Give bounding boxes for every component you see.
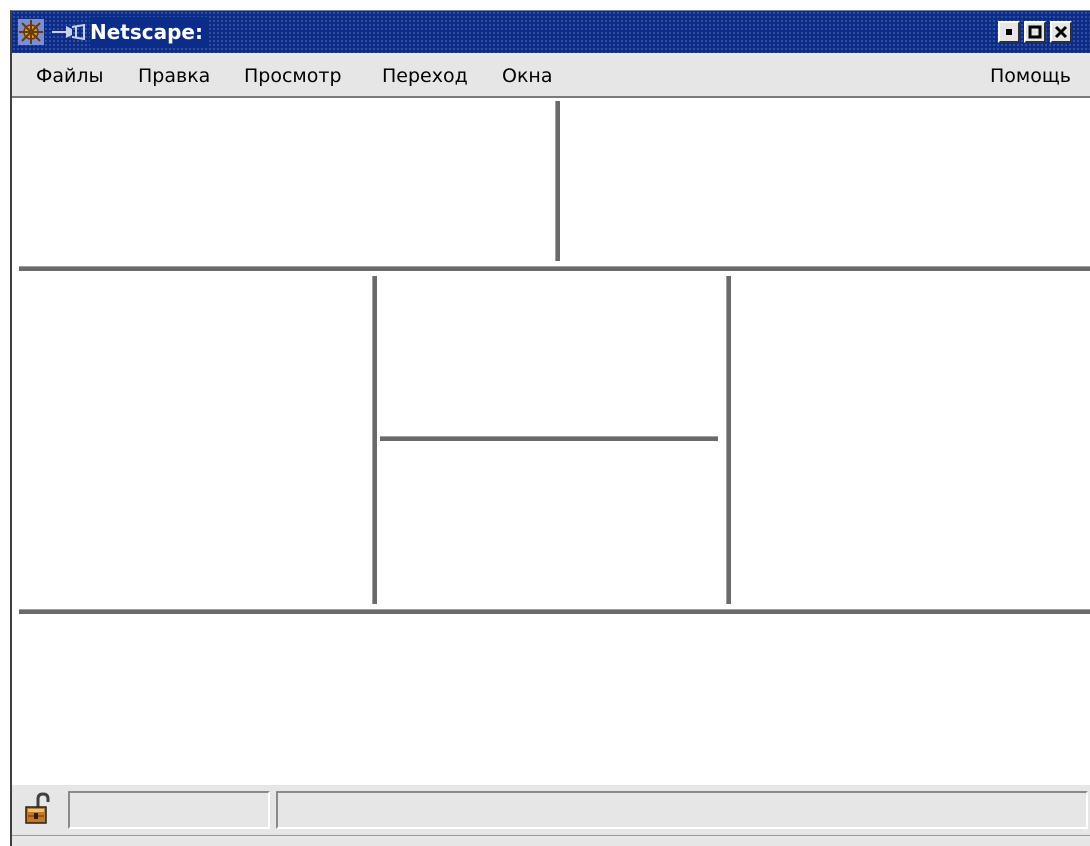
menu-go[interactable]: Переход	[382, 64, 468, 88]
pin-icon[interactable]	[50, 21, 88, 43]
menu-files[interactable]: Файлы	[36, 64, 104, 88]
minimize-button[interactable]	[998, 21, 1020, 43]
frame-top-right[interactable]	[560, 98, 1090, 264]
frame-divider-upper-horizontal[interactable]	[19, 266, 1090, 271]
frame-middle-left[interactable]	[12, 272, 374, 610]
frame-divider-middle-right[interactable]	[726, 276, 731, 604]
unlocked-padlock-icon	[25, 792, 50, 824]
menu-view[interactable]: Просмотр	[244, 64, 342, 88]
frame-divider-lower-horizontal[interactable]	[19, 609, 1090, 614]
menu-edit[interactable]: Правка	[138, 64, 210, 88]
frame-top-left[interactable]	[12, 98, 555, 264]
window-title: Netscape:	[90, 17, 209, 47]
maximize-icon	[1028, 25, 1042, 39]
netscape-wheel-icon[interactable]	[18, 19, 44, 45]
status-bar	[12, 785, 1090, 835]
maximize-button[interactable]	[1024, 21, 1046, 43]
security-lock-button[interactable]	[18, 791, 58, 829]
close-icon	[1054, 25, 1068, 39]
title-bar[interactable]: Netscape:	[12, 11, 1090, 53]
frame-middle-center-top[interactable]	[379, 276, 727, 436]
close-button[interactable]	[1050, 21, 1072, 43]
menu-windows[interactable]: Окна	[502, 64, 553, 88]
frame-divider-center-horizontal[interactable]	[380, 436, 718, 441]
bottom-strip	[12, 835, 1090, 846]
frameset-area	[12, 98, 1090, 785]
status-text-field	[276, 791, 1088, 829]
progress-field	[68, 791, 270, 829]
browser-window: Netscape: Файлы Правка Просмотр Переход …	[10, 10, 1090, 846]
menu-help[interactable]: Помощь	[990, 64, 1071, 88]
minimize-icon	[1006, 29, 1012, 35]
frame-divider-middle-left[interactable]	[372, 276, 377, 604]
menu-bar: Файлы Правка Просмотр Переход Окна Помощ…	[12, 53, 1090, 98]
frame-bottom[interactable]	[12, 615, 1090, 785]
frame-middle-right[interactable]	[732, 272, 1090, 610]
frame-middle-center-bottom[interactable]	[379, 443, 727, 603]
